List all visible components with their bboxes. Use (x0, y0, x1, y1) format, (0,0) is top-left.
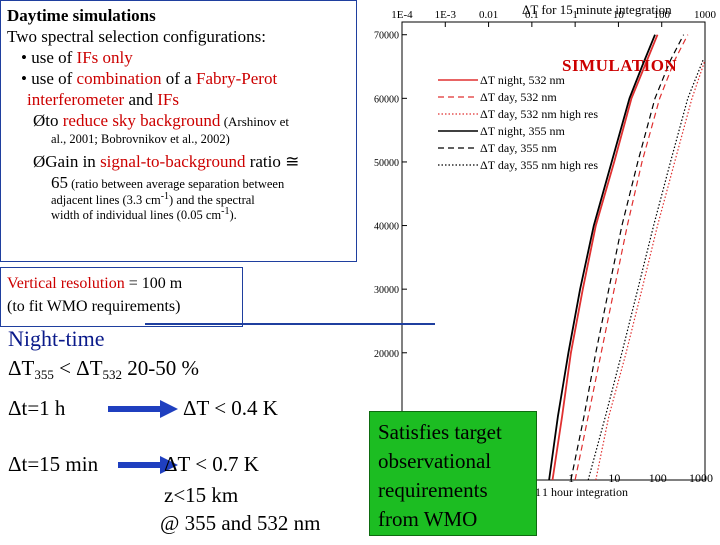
text: Gain in (45, 152, 101, 171)
note-line3: width of individual lines (0.05 cm-1). (7, 207, 350, 223)
text: to (45, 111, 63, 130)
bullet-icon: • (21, 48, 32, 67)
top-tick-label: 1E-4 (391, 9, 413, 21)
arrow-bullet-icon: Ø (33, 152, 46, 171)
top-tick-label: 0.1 (525, 9, 539, 21)
arrow-bullet-icon: Ø (33, 111, 46, 130)
text: ΔT (8, 356, 35, 380)
y-tick-label: 40000 (374, 222, 399, 233)
subscript: 355 (34, 367, 54, 382)
highlight: combination (76, 69, 162, 88)
subscript: 532 (102, 367, 123, 382)
y-tick-label: 50000 (374, 158, 399, 169)
note: ). (229, 208, 237, 222)
bullet-icon: • (21, 69, 32, 88)
note: (ratio between average separation betwee… (68, 177, 285, 191)
top-tick-label: 1 (572, 9, 578, 21)
legend-label: ΔT night, 355 nm (480, 124, 565, 138)
arrow-reduce-background: Øto reduce sky background (Arshinov et (7, 110, 350, 132)
integration-15min: Δt=15 min (8, 452, 99, 476)
simulation-label: SIMULATION (562, 56, 678, 75)
y-tick-label: 30000 (374, 285, 399, 296)
bottom-tick-label: 100 (649, 471, 667, 485)
highlight: Vertical resolution (7, 275, 125, 292)
legend-label: ΔT day, 532 nm (480, 90, 557, 104)
bottom-tick-label: 1000 (689, 471, 713, 485)
y-tick-label: 60000 (374, 94, 399, 105)
y-tick-label: 70000 (374, 31, 399, 42)
delta-t-15min: ΔT < 0.7 K (164, 452, 259, 476)
bullet-combination-cont: interferometer and IFs (7, 89, 350, 110)
note: adjacent lines (3.3 cm (51, 193, 161, 207)
series-line (548, 34, 656, 481)
note: ) and the spectral (169, 193, 255, 207)
top-tick-label: 100 (653, 9, 670, 21)
integration-1h: Δt=1 h (8, 396, 66, 420)
note: width of individual lines (0.05 cm (51, 208, 222, 222)
text: ratio ≅ (245, 152, 300, 171)
top-tick-label: 0.01 (479, 9, 498, 21)
text: = 100 m (124, 275, 183, 292)
series-line (551, 34, 659, 481)
y-tick-label: 20000 (374, 349, 399, 360)
callout-line: requirements (378, 478, 488, 502)
legend-label: ΔT day, 355 nm (480, 141, 557, 155)
delta-t-1h: ΔT < 0.4 K (183, 396, 278, 420)
night-time-title: Night-time (8, 326, 105, 351)
wmo-note: (to fit WMO requirements) (7, 298, 181, 315)
highlight: interferometer (27, 90, 125, 109)
legend: ΔT night, 532 nm ΔT day, 532 nm ΔT day, 53… (438, 73, 598, 172)
vertical-resolution-line: Vertical resolution = 100 m (7, 272, 236, 295)
gain-value-line: 65 (ratio between average separation bet… (7, 172, 350, 193)
chart-title: ΔT for 15 minute integration (522, 2, 672, 17)
highlight: Fabry-Perot (195, 69, 278, 88)
legend-label: ΔT day, 355 nm high res (480, 158, 598, 172)
callout-line: Satisfies target (378, 420, 502, 444)
superscript: -1 (160, 191, 170, 202)
bullet-ifs-only: • use of IFs only (7, 47, 350, 68)
configurations-line: Two spectral selection configurations: (7, 27, 266, 46)
text: < ΔT (53, 356, 103, 380)
arrow-gain: ØGain in signal-to-background ratio ≅ (7, 151, 350, 172)
legend-label: ΔT night, 532 nm (480, 73, 565, 87)
highlight: IFs only (76, 48, 133, 67)
delta-t-relation: ΔT355 < ΔT532 20-50 % (8, 356, 199, 381)
top-tick-label: 10 (613, 9, 625, 21)
vertical-resolution-box: Vertical resolution = 100 m (to fit WMO … (0, 267, 243, 327)
callout-line: observational (378, 449, 492, 473)
series-lines (548, 34, 706, 481)
bottom-tick-label: 1 (568, 471, 574, 485)
top-tick-label: 1E-3 (435, 9, 457, 21)
arrow-right-icon (108, 400, 178, 418)
altitude-limit: z<15 km (164, 483, 239, 507)
highlight: signal-to-background (100, 152, 246, 171)
note-line2: adjacent lines (3.3 cm-1) and the spectr… (7, 191, 350, 208)
legend-label: ΔT day, 532 nm high res (480, 107, 598, 121)
text: and (124, 90, 158, 109)
connector-line (145, 323, 435, 325)
bullet-combination: • use of combination of a Fabry-Perot (7, 68, 350, 89)
reference-cont: al., 2001; Bobrovnikov et al., 2002) (51, 132, 230, 146)
text: of a (161, 69, 196, 88)
highlight: IFs (157, 90, 179, 109)
bottom-axis-label: 1 hour integration (542, 485, 628, 499)
text: use of (31, 48, 77, 67)
wmo-requirements-callout: Satisfies target observational requireme… (369, 411, 537, 536)
highlight: reduce sky background (62, 111, 221, 130)
box-title: Daytime simulations (7, 6, 156, 25)
bottom-tick-label: 10 (608, 471, 620, 485)
gain-value: 65 (51, 173, 68, 192)
top-tick-label: 1000 (694, 9, 717, 21)
reference: (Arshinov et (220, 114, 290, 129)
text: 20-50 % (122, 356, 200, 380)
daytime-simulations-box: Daytime simulations Two spectral selecti… (0, 0, 357, 262)
callout-line: from WMO (378, 507, 478, 531)
text: use of (31, 69, 77, 88)
wavelengths: @ 355 and 532 nm (160, 511, 321, 535)
